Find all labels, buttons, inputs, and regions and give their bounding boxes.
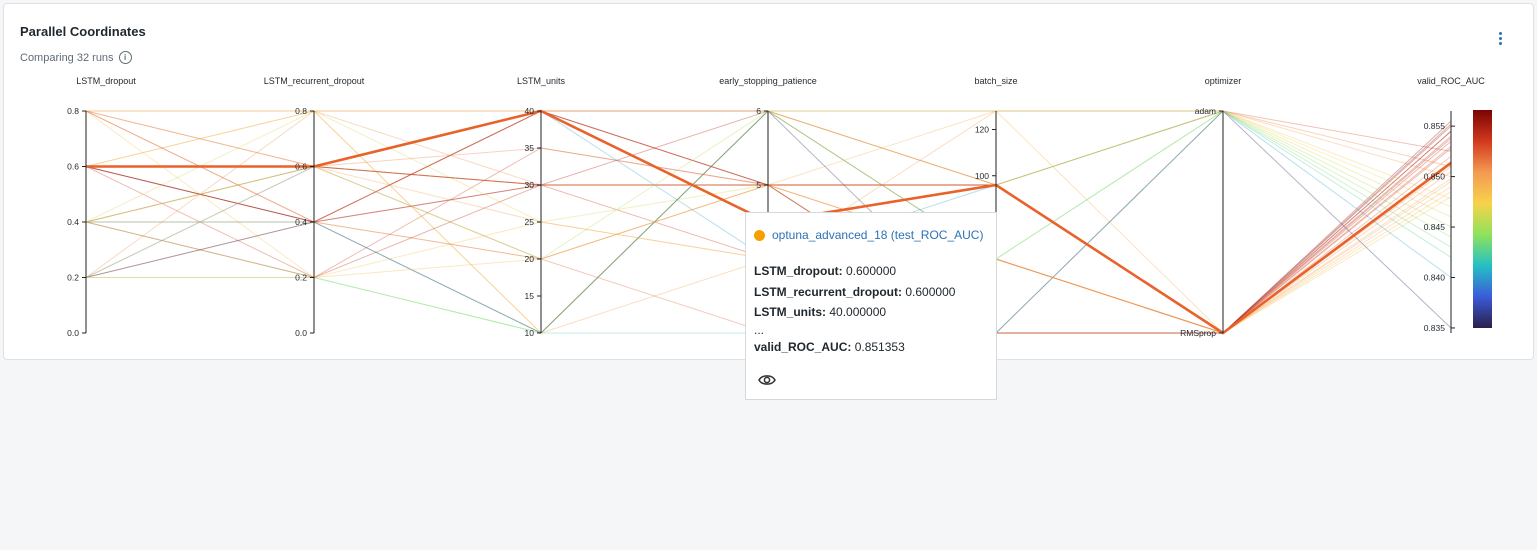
axis-label: optimizer <box>1205 76 1242 86</box>
tick-label: 0.840 <box>1424 273 1446 283</box>
tick-label: 0.0 <box>67 328 79 338</box>
tick-label: 5 <box>756 180 761 190</box>
axis-LSTM_units: LSTM_units 10 15 20 25 30 35 40 <box>517 76 566 338</box>
tooltip-metric-row: valid_ROC_AUC: 0.851353 <box>754 339 905 354</box>
axis-label: LSTM_dropout <box>76 76 136 86</box>
tooltip-run-name[interactable]: optuna_advanced_18 (test_ROC_AUC) <box>772 228 983 242</box>
tooltip-ellipsis: ... <box>754 322 765 337</box>
tick-label: 100 <box>975 171 989 181</box>
tick-label: 0.0 <box>295 328 307 338</box>
axis-label: early_stopping_patience <box>719 76 817 86</box>
tick-label: 0.845 <box>1424 222 1446 232</box>
axis-label: batch_size <box>974 76 1017 86</box>
tick-label: 0.2 <box>295 273 307 283</box>
tick-label: 30 <box>525 180 535 190</box>
tick-label: RMSprop <box>1180 328 1216 338</box>
tick-label: 0.6 <box>295 162 307 172</box>
run-tooltip: optuna_advanced_18 (test_ROC_AUC) LSTM_d… <box>745 212 997 400</box>
tick-label: 0.6 <box>67 162 79 172</box>
tick-label: 0.4 <box>67 217 79 227</box>
colorbar <box>1473 110 1492 328</box>
tick-label: 10 <box>525 328 535 338</box>
tick-label: 0.850 <box>1424 172 1446 182</box>
tick-label: adam <box>1195 106 1216 116</box>
tick-label: 0.8 <box>295 106 307 116</box>
tooltip-row: LSTM_units: 40.000000 <box>754 305 887 319</box>
tick-label: 15 <box>525 291 535 301</box>
axis-label: LSTM_recurrent_dropout <box>264 76 365 86</box>
tick-label: 25 <box>525 217 535 227</box>
tooltip-header: optuna_advanced_18 (test_ROC_AUC) <box>754 228 983 242</box>
tick-label: 40 <box>525 106 535 116</box>
tick-label: 0.8 <box>67 106 79 116</box>
eye-icon[interactable] <box>758 373 776 387</box>
tooltip-row: LSTM_dropout: 0.600000 <box>754 264 897 278</box>
tick-label: 0.4 <box>295 217 307 227</box>
axis-label: LSTM_units <box>517 76 566 86</box>
tooltip-row: LSTM_recurrent_dropout: 0.600000 <box>754 284 956 299</box>
tooltip-rows: LSTM_dropout: 0.600000 LSTM_recurrent_dr… <box>754 261 955 357</box>
run-color-dot <box>754 229 765 241</box>
tick-label: 6 <box>756 106 761 116</box>
tick-label: 0.855 <box>1424 121 1446 131</box>
axis-label: valid_ROC_AUC <box>1417 76 1485 86</box>
tick-label: 120 <box>975 125 989 135</box>
tick-label: 0.835 <box>1424 323 1446 333</box>
tick-label: 20 <box>525 254 535 264</box>
tick-label: 0.2 <box>67 273 79 283</box>
axis-LSTM_recurrent_dropout: LSTM_recurrent_dropout 0.0 0.2 0.4 0.6 0.8 <box>264 76 365 338</box>
tick-label: 35 <box>525 143 535 153</box>
